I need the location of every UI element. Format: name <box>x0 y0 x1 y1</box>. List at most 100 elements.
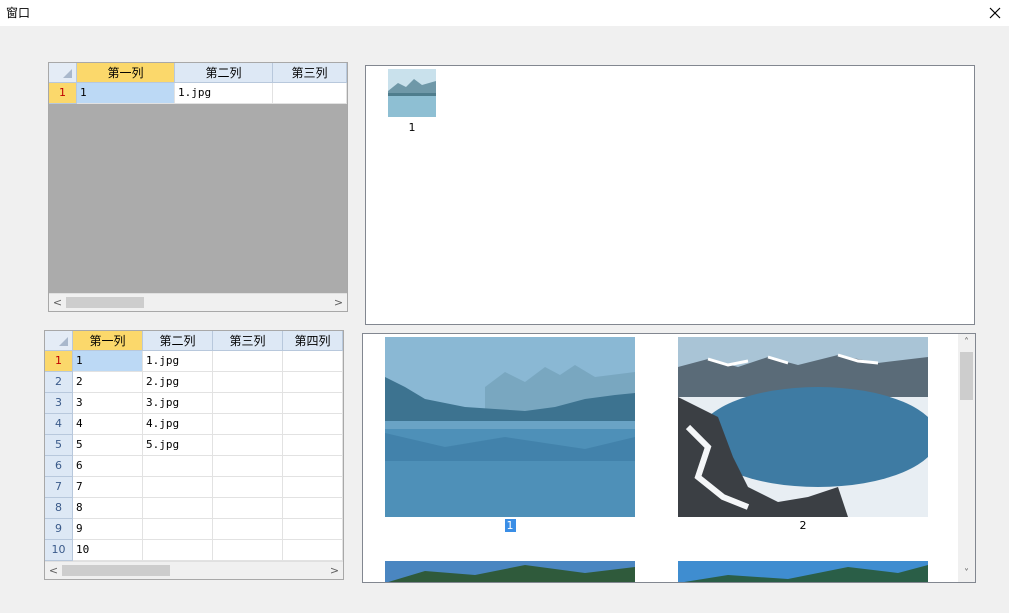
row-header[interactable]: 2 <box>45 372 73 393</box>
grid-cell[interactable] <box>283 372 343 393</box>
grid-cell[interactable] <box>213 393 283 414</box>
grid-cell[interactable] <box>143 456 213 477</box>
grid-cell[interactable] <box>283 498 343 519</box>
grid-cell[interactable]: 5.jpg <box>143 435 213 456</box>
scroll-left-arrow[interactable]: < <box>49 294 66 311</box>
column-header-1[interactable]: 第一列 <box>73 331 143 351</box>
row-header[interactable]: 7 <box>45 477 73 498</box>
item-label[interactable]: 2 <box>798 519 809 532</box>
grid-cell[interactable] <box>143 477 213 498</box>
table-row[interactable]: 10 10 <box>45 540 343 561</box>
table-row[interactable]: 4 4 4.jpg <box>45 414 343 435</box>
large-icon-list-view[interactable]: 1 2 ˄ ˅ <box>362 333 976 583</box>
table-row[interactable]: 1 1 1.jpg <box>45 351 343 372</box>
grid-cell[interactable]: 4.jpg <box>143 414 213 435</box>
scroll-right-arrow[interactable]: > <box>330 294 347 311</box>
grid-cell[interactable] <box>283 435 343 456</box>
row-header[interactable]: 5 <box>45 435 73 456</box>
grid-cell[interactable] <box>143 519 213 540</box>
scroll-right-arrow[interactable]: > <box>326 562 343 579</box>
grid-cell[interactable]: 6 <box>73 456 143 477</box>
grid-cell[interactable] <box>213 456 283 477</box>
grid-cell[interactable]: 1 <box>73 351 143 372</box>
grid-cell[interactable] <box>213 540 283 561</box>
table-row[interactable]: 88 <box>45 498 343 519</box>
row-header[interactable]: 1 <box>49 83 77 104</box>
grid-cell[interactable] <box>283 456 343 477</box>
scroll-thumb[interactable] <box>66 297 144 308</box>
grid-cell[interactable]: 8 <box>73 498 143 519</box>
column-header-2[interactable]: 第二列 <box>143 331 213 351</box>
grid-corner[interactable] <box>49 63 77 83</box>
column-header-2[interactable]: 第二列 <box>175 63 273 83</box>
thumbnail-list-view[interactable]: 1 <box>365 65 975 325</box>
grid-cell[interactable] <box>213 477 283 498</box>
grid-cell[interactable]: 9 <box>73 519 143 540</box>
grid-cell[interactable] <box>213 435 283 456</box>
grid-cell[interactable]: 7 <box>73 477 143 498</box>
grid-cell[interactable]: 1.jpg <box>175 83 273 104</box>
lake-mist-image[interactable] <box>385 337 635 517</box>
horizontal-scrollbar[interactable]: < > <box>45 561 343 579</box>
grid-cell[interactable] <box>143 540 213 561</box>
scroll-up-arrow[interactable]: ˄ <box>958 334 975 351</box>
top-data-grid[interactable]: 第一列 第二列 第三列 1 1 1.jpg < > <box>48 62 348 312</box>
horizontal-scrollbar[interactable]: < > <box>49 293 347 311</box>
grid-cell[interactable]: 3.jpg <box>143 393 213 414</box>
row-header[interactable]: 8 <box>45 498 73 519</box>
grid-cell[interactable] <box>283 414 343 435</box>
grid-cell[interactable]: 4 <box>73 414 143 435</box>
thumbnail-image-1[interactable] <box>388 69 436 117</box>
mountain-image-3[interactable] <box>385 561 635 583</box>
grid-cell[interactable] <box>213 372 283 393</box>
close-button[interactable] <box>981 0 1009 26</box>
column-header-1[interactable]: 第一列 <box>77 63 175 83</box>
table-row[interactable]: 2 2 2.jpg <box>45 372 343 393</box>
scroll-left-arrow[interactable]: < <box>45 562 62 579</box>
grid-corner[interactable] <box>45 331 73 351</box>
vertical-scrollbar[interactable]: ˄ ˅ <box>958 334 975 582</box>
grid-cell[interactable] <box>213 351 283 372</box>
table-row[interactable]: 1 1 1.jpg <box>49 83 347 104</box>
grid-cell[interactable] <box>283 393 343 414</box>
grid-cell[interactable] <box>143 498 213 519</box>
table-row[interactable]: 5 5 5.jpg <box>45 435 343 456</box>
grid-cell[interactable] <box>283 477 343 498</box>
scroll-thumb[interactable] <box>960 352 973 400</box>
row-header[interactable]: 3 <box>45 393 73 414</box>
grid-cell[interactable] <box>213 414 283 435</box>
row-header[interactable]: 6 <box>45 456 73 477</box>
scroll-thumb[interactable] <box>62 565 170 576</box>
grid-cell[interactable] <box>283 519 343 540</box>
grid-cell[interactable]: 3 <box>73 393 143 414</box>
row-header[interactable]: 10 <box>45 540 73 561</box>
grid-cell[interactable] <box>213 519 283 540</box>
grid-cell[interactable]: 5 <box>73 435 143 456</box>
row-header[interactable]: 1 <box>45 351 73 372</box>
mountain-image-4[interactable] <box>678 561 928 583</box>
column-header-3[interactable]: 第三列 <box>273 63 347 83</box>
grid-cell[interactable] <box>283 351 343 372</box>
scroll-down-arrow[interactable]: ˅ <box>958 565 975 582</box>
table-row[interactable]: 3 3 3.jpg <box>45 393 343 414</box>
table-row[interactable]: 77 <box>45 477 343 498</box>
column-header-4[interactable]: 第四列 <box>283 331 343 351</box>
table-row[interactable]: 99 <box>45 519 343 540</box>
grid-cell[interactable]: 2.jpg <box>143 372 213 393</box>
grid-cell[interactable] <box>213 498 283 519</box>
grid-cell[interactable]: 10 <box>73 540 143 561</box>
table-row[interactable]: 66 <box>45 456 343 477</box>
row-header[interactable]: 4 <box>45 414 73 435</box>
grid-cell[interactable]: 1 <box>77 83 175 104</box>
bottom-data-grid[interactable]: 第一列 第二列 第三列 第四列 1 1 1.jpg 2 2 2.jpg 3 3 3.jpg 4 4 4… <box>44 330 344 580</box>
selected-label[interactable]: 1 <box>504 519 516 532</box>
title-bar: 窗口 <box>0 0 1009 26</box>
crater-lake-image[interactable] <box>678 337 928 517</box>
column-header-3[interactable]: 第三列 <box>213 331 283 351</box>
grid-cell[interactable] <box>283 540 343 561</box>
grid-cell[interactable]: 2 <box>73 372 143 393</box>
grid-cell[interactable]: 1.jpg <box>143 351 213 372</box>
grid-cell[interactable] <box>273 83 347 104</box>
row-header[interactable]: 9 <box>45 519 73 540</box>
window-title: 窗口 <box>6 6 31 20</box>
